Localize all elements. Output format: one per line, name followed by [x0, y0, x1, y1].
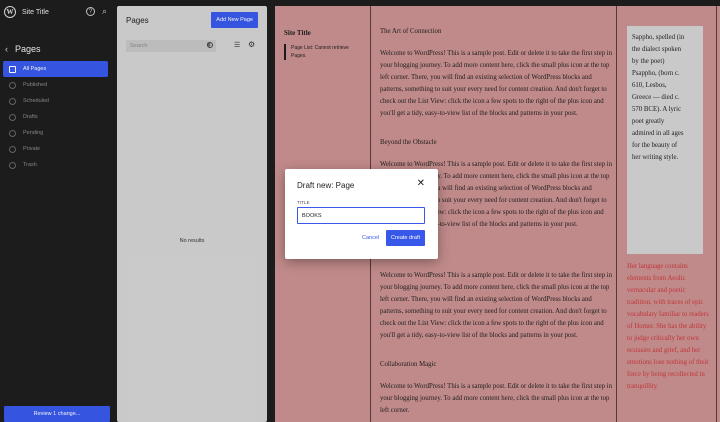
create-draft-button[interactable]: Create draft — [386, 230, 425, 246]
title-field-label: TITLE — [297, 200, 310, 205]
dialog-title: Draft new: Page — [297, 181, 355, 190]
title-field[interactable] — [297, 207, 425, 224]
draft-new-page-dialog: Draft new: Page ✕ TITLE Cancel Create dr… — [285, 169, 438, 259]
close-icon[interactable]: ✕ — [417, 179, 425, 189]
cancel-button[interactable]: Cancel — [359, 230, 382, 246]
